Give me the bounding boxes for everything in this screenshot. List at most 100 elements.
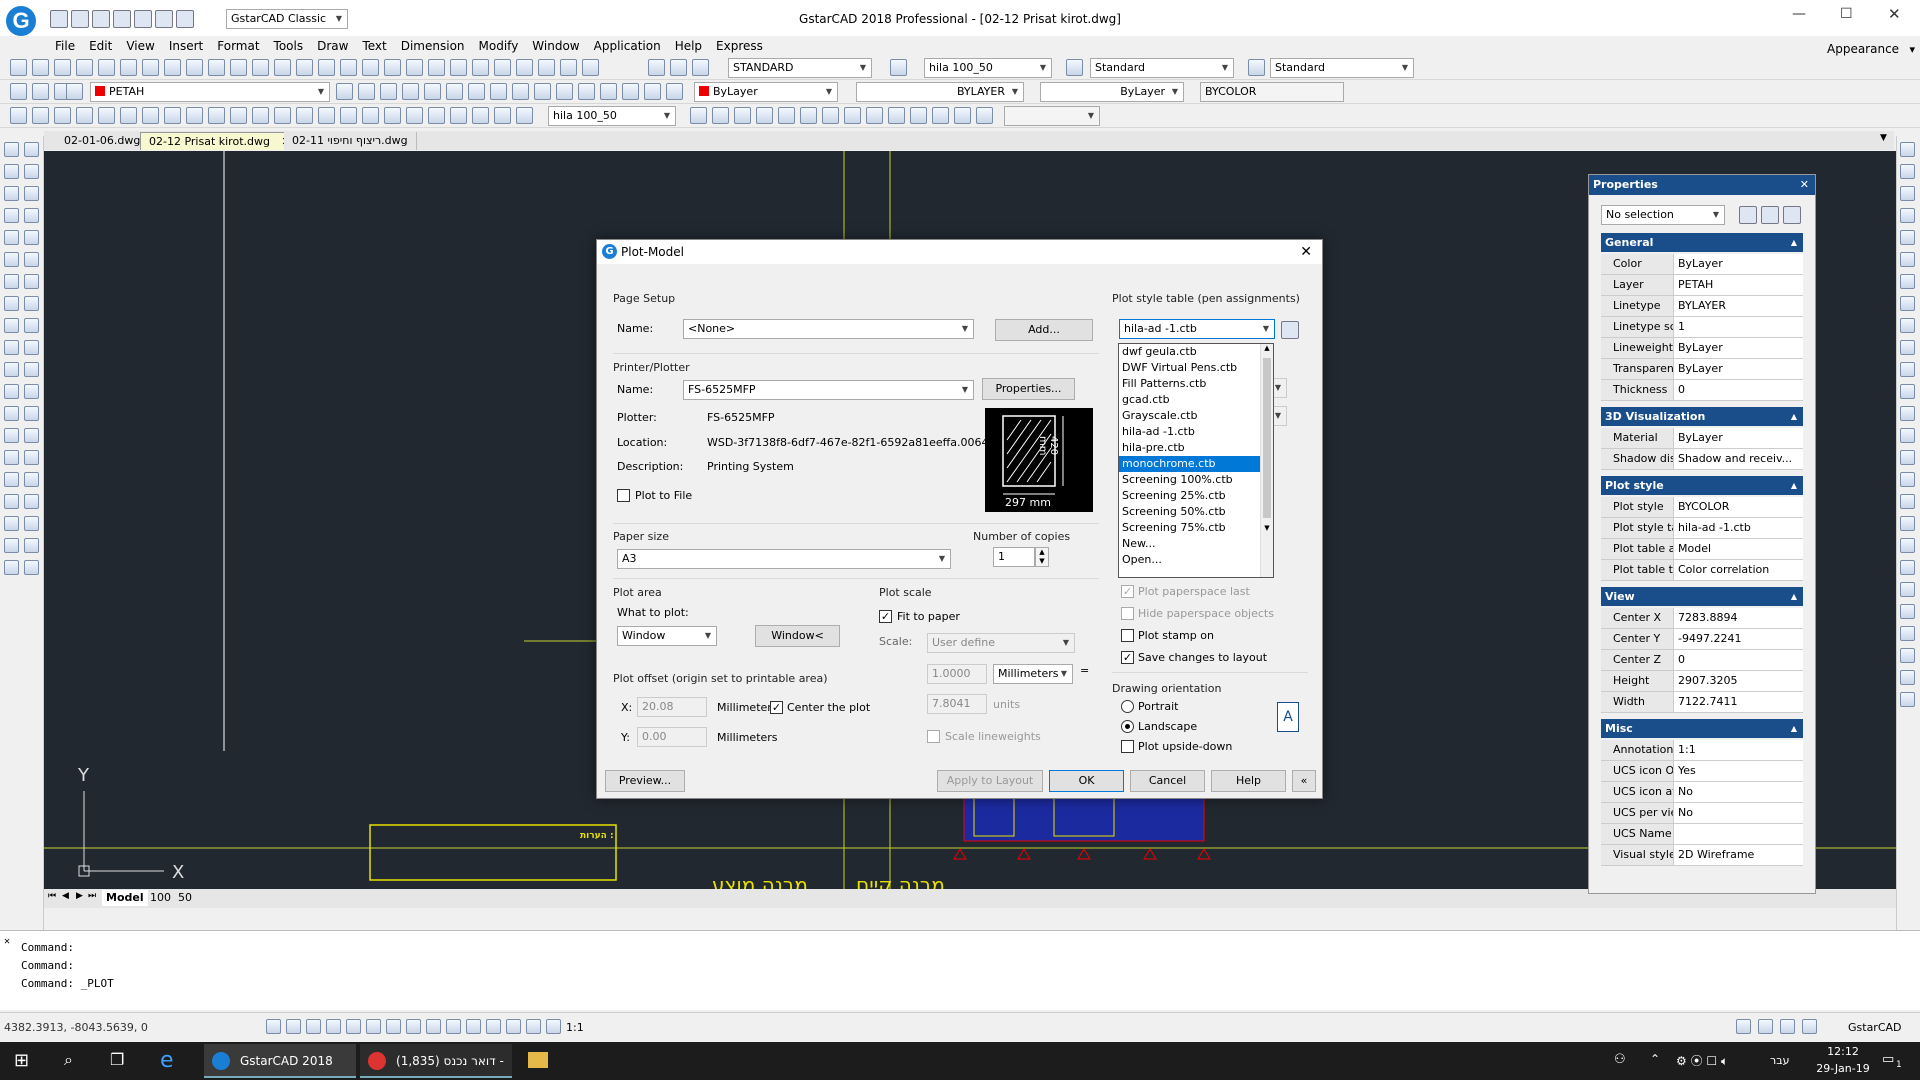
scroll-thumb[interactable] (1263, 358, 1271, 518)
modify-tool-icon[interactable] (1900, 142, 1915, 157)
property-row[interactable]: UCS per vie...No (1601, 803, 1803, 824)
standard-tool-icon[interactable] (516, 59, 533, 76)
layer-tool-icon[interactable] (424, 83, 441, 100)
hide-paperspace-checkbox[interactable] (1121, 607, 1134, 620)
help-button[interactable]: Help (1211, 770, 1286, 792)
draw-tool-icon[interactable] (4, 318, 19, 333)
layout-tab-model[interactable]: Model (102, 890, 148, 906)
people-icon[interactable]: ⚇ (1614, 1052, 1626, 1067)
property-value[interactable]: 2D Wireframe (1673, 845, 1803, 866)
property-row[interactable]: Plot style BYCOLOR (1601, 497, 1803, 518)
standard-tool-icon[interactable] (164, 59, 181, 76)
draw-tool-icon[interactable] (4, 164, 19, 179)
modify-tool-icon[interactable] (1900, 428, 1915, 443)
property-value[interactable]: ByLayer (1673, 338, 1803, 359)
copies-spinner[interactable]: ▲ ▼ (1035, 547, 1049, 567)
task-view-icon[interactable]: ❐ (110, 1050, 124, 1069)
standard-tool-icon[interactable] (670, 59, 687, 76)
draw-tool-icon[interactable] (24, 428, 39, 443)
plot-stamp-checkbox[interactable] (1121, 629, 1134, 642)
draw-tool-icon[interactable] (24, 538, 39, 553)
plot-style-option[interactable]: hila-pre.ctb (1119, 440, 1273, 456)
dropdown-scrollbar[interactable]: ▲ ▼ (1260, 344, 1273, 577)
property-row[interactable]: Center Y -9497.2241 (1601, 629, 1803, 650)
status-toggle-icon[interactable] (266, 1019, 281, 1034)
standard-tool-icon[interactable] (32, 59, 49, 76)
draw-tool-icon[interactable] (76, 107, 93, 124)
property-value[interactable] (1673, 824, 1803, 845)
properties-section-misc[interactable]: Misc ▲ (1601, 719, 1803, 738)
standard-tool-icon[interactable] (1066, 59, 1083, 76)
collapse-icon[interactable]: ▲ (1791, 587, 1797, 606)
plot-style-table-combo[interactable]: hila-ad -1.ctb ▼ (1119, 319, 1275, 339)
layout-tab-50[interactable]: 50 (174, 890, 196, 906)
standard-tool-icon[interactable] (252, 59, 269, 76)
standard-tool-icon[interactable] (76, 59, 93, 76)
draw-tool-icon[interactable] (756, 107, 773, 124)
draw-tool-icon[interactable] (24, 230, 39, 245)
paper-size-combo[interactable]: A3 ▼ (617, 549, 951, 569)
layout-tab-100[interactable]: 100 (146, 890, 175, 906)
property-row[interactable]: Center Z0 (1601, 650, 1803, 671)
doc-tab-3[interactable]: 02-11 ריצוף וחיפוי.dwg (284, 132, 417, 150)
plot-style-option[interactable]: Screening 25%.ctb (1119, 488, 1273, 504)
empty-combo[interactable]: ▼ (1004, 106, 1100, 126)
command-line[interactable]: ✕ Command: Command: Command: _PLOT (0, 930, 1920, 1010)
draw-tool-icon[interactable] (24, 274, 39, 289)
scale-combo[interactable]: User define ▼ (927, 633, 1075, 653)
property-row[interactable]: Plot table at...Model (1601, 539, 1803, 560)
draw-tool-icon[interactable] (778, 107, 795, 124)
property-value[interactable]: No (1673, 803, 1803, 824)
property-row[interactable]: Linetype BYLAYER (1601, 296, 1803, 317)
menu-application[interactable]: Application (587, 36, 668, 56)
menu-edit[interactable]: Edit (82, 36, 119, 56)
modify-tool-icon[interactable] (1900, 274, 1915, 289)
dim-style-combo[interactable]: hila 100_50 ▼ (924, 58, 1052, 78)
property-value[interactable]: 0 (1673, 650, 1803, 671)
draw-tool-icon[interactable] (24, 340, 39, 355)
what-to-plot-combo[interactable]: Window ▼ (617, 626, 717, 646)
maximize-button[interactable]: ☐ (1840, 6, 1853, 22)
plot-style-option[interactable]: dwf geula.ctb (1119, 344, 1273, 360)
draw-tool-icon[interactable] (494, 107, 511, 124)
plot-style-option[interactable]: Screening 100%.ctb (1119, 472, 1273, 488)
layer-tool-icon[interactable] (534, 83, 551, 100)
draw-tool-icon[interactable] (24, 406, 39, 421)
window-pick-button[interactable]: Window< (755, 625, 840, 647)
property-value[interactable]: Model (1673, 539, 1803, 560)
save-changes-checkbox[interactable]: ✓ (1121, 651, 1134, 664)
layer-tool-icon[interactable] (336, 83, 353, 100)
draw-tool-icon[interactable] (4, 230, 19, 245)
standard-tool-icon[interactable] (648, 59, 665, 76)
next-layout-icon[interactable]: ▶ (76, 891, 83, 901)
modify-tool-icon[interactable] (1900, 318, 1915, 333)
draw-tool-icon[interactable] (4, 274, 19, 289)
status-tray-icon[interactable] (1736, 1019, 1751, 1034)
close-command-icon[interactable]: ✕ (4, 933, 10, 951)
draw-tool-icon[interactable] (24, 384, 39, 399)
draw-tool-icon[interactable] (4, 296, 19, 311)
modify-tool-icon[interactable] (1900, 604, 1915, 619)
property-value[interactable]: ByLayer (1673, 254, 1803, 275)
standard-tool-icon[interactable] (186, 59, 203, 76)
standard-tool-icon[interactable] (538, 59, 555, 76)
standard-tool-icon[interactable] (692, 59, 709, 76)
property-row[interactable]: Width 7122.7411 (1601, 692, 1803, 713)
draw-tool-icon[interactable] (230, 107, 247, 124)
draw-tool-icon[interactable] (186, 107, 203, 124)
prev-layout-icon[interactable]: ◀ (62, 891, 69, 901)
draw-tool-icon[interactable] (800, 107, 817, 124)
property-value[interactable]: BYLAYER (1673, 296, 1803, 317)
property-value[interactable]: No (1673, 782, 1803, 803)
draw-tool-icon[interactable] (296, 107, 313, 124)
draw-tool-icon[interactable] (24, 208, 39, 223)
draw-tool-icon[interactable] (24, 164, 39, 179)
tabs-menu-icon[interactable]: ▼ (1880, 133, 1887, 143)
portrait-radio[interactable] (1121, 700, 1134, 713)
property-value[interactable]: 7283.8894 (1673, 608, 1803, 629)
collapse-button[interactable]: « (1292, 770, 1316, 792)
scale-value-1-input[interactable]: 1.0000 (927, 664, 987, 684)
draw-tool-icon[interactable] (208, 107, 225, 124)
standard-tool-icon[interactable] (494, 59, 511, 76)
property-value[interactable]: 7122.7411 (1673, 692, 1803, 713)
